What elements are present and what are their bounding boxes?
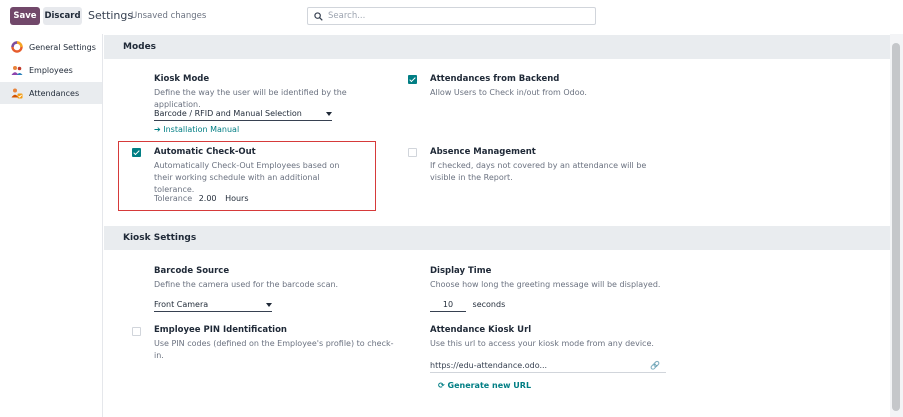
highlight-box: [118, 141, 376, 211]
setting-barcode-source: Barcode Source Define the camera used fo…: [154, 266, 384, 291]
setting-absence-management: Absence Management If checked, days not …: [430, 147, 670, 184]
link-label: Installation Manual: [163, 125, 240, 134]
sidebar-item-label: Attendances: [29, 88, 80, 98]
section-header-modes: Modes: [104, 35, 890, 59]
setting-description: Use this url to access your kiosk mode f…: [430, 339, 654, 348]
button-label: Generate new URL: [447, 381, 532, 390]
setting-display-time: Display Time Choose how long the greetin…: [430, 266, 670, 291]
refresh-icon: ⟳: [438, 381, 445, 390]
absence-management-checkbox[interactable]: [408, 148, 417, 157]
setting-kiosk-url: Attendance Kiosk Url Use this url to acc…: [430, 325, 670, 350]
setting-description: Choose how long the greeting message wil…: [430, 280, 661, 289]
search-bar[interactable]: [307, 7, 596, 25]
setting-title: Attendances from Backend: [430, 74, 560, 84]
sidebar-item-label: Employees: [29, 65, 73, 75]
pin-identification-checkbox[interactable]: [132, 327, 141, 336]
setting-title: Employee PIN Identification: [154, 325, 287, 335]
generate-url-button[interactable]: ⟳ Generate new URL: [438, 381, 531, 390]
setting-pin-identification: Employee PIN Identification Use PIN code…: [154, 325, 394, 362]
setting-title: Kiosk Mode: [154, 74, 210, 84]
sidebar-item-employees[interactable]: Employees: [0, 59, 102, 81]
sidebar-item-label: General Settings: [29, 42, 96, 52]
setting-description: Define the camera used for the barcode s…: [154, 280, 339, 289]
odoo-logo-icon: [11, 41, 23, 53]
search-icon: [314, 11, 323, 21]
display-time-row: 10 seconds: [430, 300, 505, 312]
setting-description: Use PIN codes (defined on the Employee's…: [154, 339, 394, 360]
section-header-kiosk-settings: Kiosk Settings: [104, 226, 890, 250]
page-title: Settings: [88, 9, 134, 22]
sidebar-item-general-settings[interactable]: General Settings: [0, 36, 102, 58]
attendances-backend-checkbox[interactable]: [408, 75, 417, 84]
chevron-down-icon: [266, 303, 272, 307]
settings-sidebar: General Settings Employees Attendances: [0, 34, 103, 417]
setting-title: Display Time: [430, 266, 492, 276]
settings-content: Modes Kiosk Mode Define the way the user…: [104, 34, 890, 417]
setting-description: Define the way the user will be identifi…: [154, 88, 347, 109]
discard-button[interactable]: Discard: [43, 7, 82, 25]
attendances-app-icon: [11, 87, 23, 99]
sidebar-item-attendances[interactable]: Attendances: [0, 82, 102, 104]
copy-link-icon[interactable]: 🔗: [650, 361, 660, 370]
kiosk-url-field[interactable]: https://edu-attendance.odo... 🔗: [430, 361, 666, 373]
unsaved-status: Unsaved changes: [131, 11, 207, 21]
save-button[interactable]: Save: [10, 7, 40, 25]
setting-description: If checked, days not covered by an atten…: [430, 161, 647, 182]
scrollbar-thumb[interactable]: [892, 43, 900, 411]
setting-title: Absence Management: [430, 147, 536, 157]
search-input[interactable]: [328, 11, 588, 21]
arrow-right-icon: ➔: [154, 125, 161, 134]
barcode-source-selected-value: Front Camera: [154, 300, 209, 309]
employees-app-icon: [11, 64, 23, 76]
display-time-unit: seconds: [472, 300, 506, 309]
setting-attendances-backend: Attendances from Backend Allow Users to …: [430, 74, 670, 99]
kiosk-mode-select[interactable]: Barcode / RFID and Manual Selection: [154, 109, 332, 121]
kiosk-mode-selected-value: Barcode / RFID and Manual Selection: [154, 109, 302, 118]
setting-title: Attendance Kiosk Url: [430, 325, 532, 335]
setting-kiosk-mode: Kiosk Mode Define the way the user will …: [154, 74, 384, 111]
installation-manual-link[interactable]: ➔ Installation Manual: [154, 125, 239, 134]
chevron-down-icon: [326, 112, 332, 116]
setting-description: Allow Users to Check in/out from Odoo.: [430, 88, 587, 97]
control-panel: Save Discard Settings Unsaved changes: [0, 0, 903, 33]
setting-title: Barcode Source: [154, 266, 230, 276]
kiosk-url-value: https://edu-attendance.odo...: [430, 361, 548, 370]
barcode-source-select[interactable]: Front Camera: [154, 300, 272, 312]
display-time-input[interactable]: 10: [430, 300, 466, 312]
